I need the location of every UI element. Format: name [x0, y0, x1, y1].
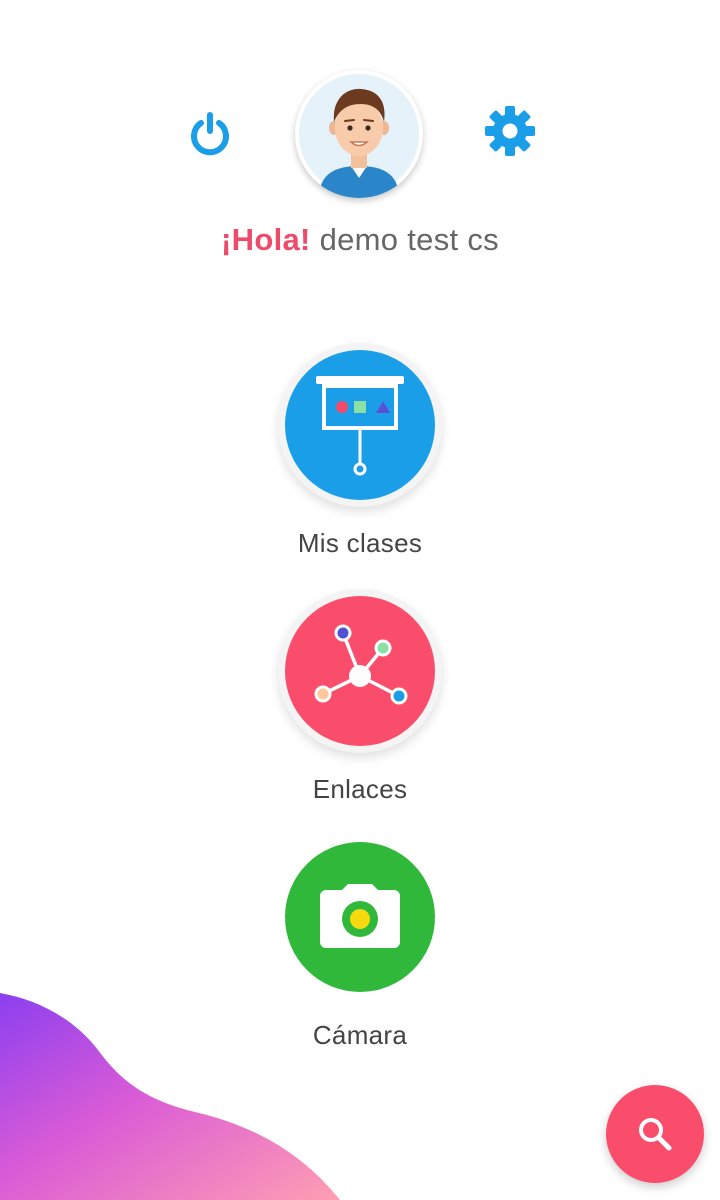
camera-icon: [320, 884, 400, 948]
home-screen: ¡Hola! demo test cs Mis clases Enlaces C…: [0, 0, 720, 1200]
camara-icon-circle[interactable]: [285, 842, 435, 992]
network-links-icon: [314, 624, 408, 705]
menu-item-camara[interactable]: Cámara: [230, 842, 490, 1051]
user-name: demo test cs: [319, 222, 499, 257]
menu-label-enlaces: Enlaces: [312, 774, 408, 804]
search-button[interactable]: [606, 1085, 704, 1183]
logout-button[interactable]: [183, 106, 237, 160]
enlaces-icon-circle[interactable]: [285, 596, 435, 746]
menu-label-mis-clases: Mis clases: [297, 528, 423, 558]
user-avatar-icon: [299, 74, 419, 198]
mis-clases-icon-circle[interactable]: [285, 350, 435, 500]
greeting: ¡Hola! demo test cs: [0, 222, 720, 258]
menu-label-camara: Cámara: [312, 1020, 408, 1050]
settings-button[interactable]: [481, 102, 539, 160]
menu-item-enlaces[interactable]: Enlaces: [230, 596, 490, 805]
menu-item-mis-clases[interactable]: Mis clases: [230, 350, 490, 559]
greeting-prefix: ¡Hola!: [221, 222, 311, 257]
presentation-board-icon: [316, 376, 404, 476]
power-icon: [191, 112, 229, 156]
search-icon: [639, 1118, 672, 1151]
gear-icon: [485, 106, 535, 156]
avatar[interactable]: [295, 70, 423, 198]
